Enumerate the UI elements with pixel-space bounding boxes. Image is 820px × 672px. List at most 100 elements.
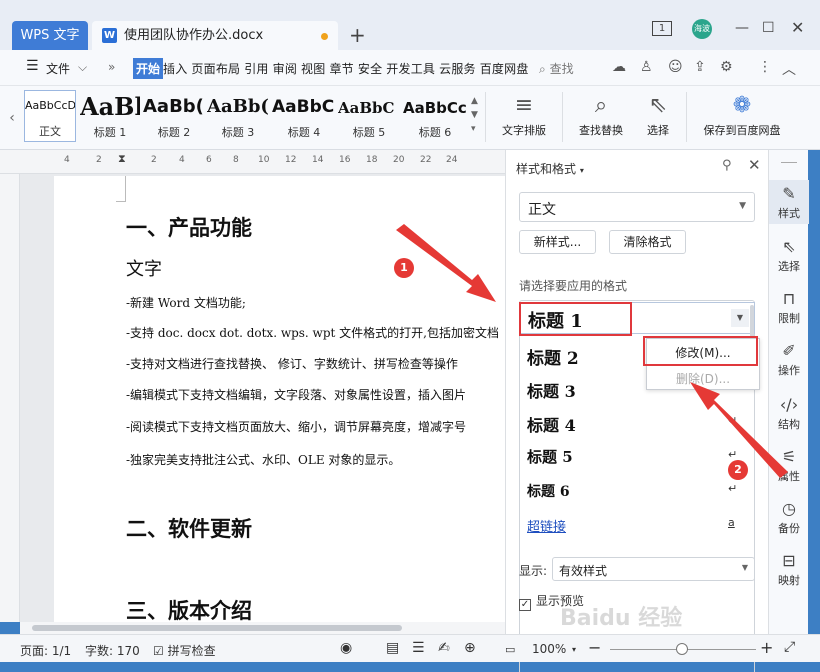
style-heading2[interactable]: AaBb( 标题 2 — [143, 90, 205, 142]
doc-heading-update[interactable]: 二、软件更新 — [126, 513, 252, 543]
doc-heading-version[interactable]: 三、版本介绍 — [126, 595, 252, 622]
display-select[interactable]: 有效样式 ▼ — [552, 557, 755, 581]
edit-icon: ✐ — [782, 341, 796, 360]
style-list-item-heading3[interactable]: 标题 3 — [527, 378, 576, 402]
clear-format-button[interactable]: 清除格式 — [609, 230, 686, 254]
menu-search[interactable]: ⌕ 查找 — [539, 60, 574, 77]
zoom-in-icon[interactable]: + — [760, 638, 773, 657]
panel-title[interactable]: 样式和格式 ▾ — [516, 160, 584, 177]
style-list-item-heading2[interactable]: 标题 2 — [527, 344, 579, 369]
style-list-item-heading4[interactable]: 标题 4 — [527, 412, 576, 436]
outline-view-icon[interactable]: ☰ — [412, 640, 425, 656]
collapse-ribbon-icon[interactable]: ︿ — [782, 59, 796, 79]
horizontal-scrollbar[interactable] — [20, 622, 505, 634]
find-replace-tool[interactable]: ⌕ 查找替换 — [572, 86, 630, 150]
delete-menu-item[interactable]: 删除(D)... — [647, 370, 759, 387]
chevron-down-icon[interactable]: ⌵ — [78, 60, 87, 75]
doc-heading-product[interactable]: 一、产品功能 — [126, 212, 252, 242]
sidebar-item-properties[interactable]: ⚟ 属性 — [769, 448, 809, 484]
cursor-icon: ⇖ — [782, 237, 796, 256]
doc-line-4[interactable]: -编辑模式下支持文档编辑，文字段落、对象属性设置，插入图片 — [126, 386, 466, 403]
sidebar-item-operate[interactable]: ✐ 操作 — [769, 342, 809, 378]
new-tab-button[interactable]: + — [349, 24, 366, 46]
share-icon[interactable]: ⇪ — [694, 59, 706, 75]
zoom-level[interactable]: 100% — [532, 642, 566, 656]
scrollbar-thumb[interactable] — [32, 625, 402, 631]
horizontal-ruler: 4 2 ⧗ 2 4 6 8 10 12 14 16 18 20 22 24 — [0, 150, 505, 174]
document-canvas[interactable]: 一、产品功能 文字 -新建 Word 文档功能; -支持 doc. docx d… — [20, 174, 505, 622]
web-view-icon[interactable]: ⊕ — [464, 640, 476, 656]
style-normal[interactable]: AaBbCcDd 正文 — [24, 90, 76, 142]
new-style-button[interactable]: 新样式... — [519, 230, 596, 254]
ruler-number: 6 — [206, 155, 212, 165]
doc-line-5[interactable]: -阅读模式下支持文档页面放大、缩小，调节屏幕亮度，增减字号 — [126, 418, 466, 435]
zoom-slider-handle[interactable] — [676, 643, 688, 655]
wps-home-tab[interactable]: WPS 文字 — [12, 21, 88, 50]
style-heading6[interactable]: AaBbCc 标题 6 — [403, 90, 467, 142]
page-view-icon[interactable]: ▤ — [386, 640, 399, 656]
menu-bar: ☰ 文件 ⌵ » 开始 插入 页面布局 引用 审阅 视图 章节 安全 开发工具 … — [0, 50, 820, 86]
current-style-select[interactable]: 正文 ▼ — [519, 192, 755, 222]
doc-line-6[interactable]: -独家完美支持批注公式、水印、OLE 对象的显示。 — [126, 451, 400, 468]
style-heading5[interactable]: AaBbC 标题 5 — [338, 90, 400, 142]
hamburger-icon[interactable]: ☰ — [26, 58, 39, 74]
minimize-icon[interactable]: — — [735, 20, 749, 36]
window-count-badge[interactable]: 1 — [652, 21, 672, 36]
save-baidu-tool[interactable]: ❁ 保存到百度网盘 — [694, 86, 790, 150]
doc-line-3[interactable]: -支持对文档进行查找替换、 修订、字数统计、拼写检查等操作 — [126, 355, 458, 372]
page-count[interactable]: 页面: 1/1 — [20, 642, 71, 659]
doc-subheading-text[interactable]: 文字 — [126, 255, 162, 281]
settings-icon[interactable]: ⚙ — [720, 59, 733, 75]
indent-marker-icon[interactable]: ⧗ — [118, 152, 126, 166]
collab-icon[interactable]: ♙ — [640, 59, 653, 75]
more-icon[interactable]: ⋮ — [758, 59, 772, 75]
more-arrows-icon[interactable]: » — [108, 60, 115, 74]
style-heading2-label: 标题 2 — [157, 126, 191, 139]
sidebar-item-structure[interactable]: ‹/› 结构 — [769, 396, 809, 432]
style-heading4[interactable]: AaBbC 标题 4 — [272, 90, 336, 142]
checkbox-icon: ✓ — [519, 599, 531, 611]
comment-icon[interactable]: ☺ — [668, 59, 683, 75]
select-tool[interactable]: ⇖ 选择 — [638, 86, 678, 150]
document-page[interactable]: 一、产品功能 文字 -新建 Word 文档功能; -支持 doc. docx d… — [54, 176, 505, 622]
close-icon[interactable]: ✕ — [748, 156, 761, 174]
chevron-down-icon: ▼ — [739, 201, 746, 211]
word-count[interactable]: 字数: 170 — [85, 642, 140, 659]
style-heading3[interactable]: AaBb( 标题 3 — [207, 90, 269, 142]
style-list-item-hyperlink[interactable]: 超链接 — [527, 516, 566, 535]
menu-start[interactable]: 开始 — [133, 58, 164, 79]
chevron-down-icon[interactable]: ▾ — [572, 645, 576, 654]
maximize-icon[interactable]: ☐ — [762, 20, 775, 36]
style-gallery-scroll-icon[interactable]: ▲ ▼ ▾ — [471, 94, 478, 136]
doc-line-1[interactable]: -新建 Word 文档功能; — [126, 294, 246, 311]
sidebar-item-label: 备份 — [778, 522, 800, 535]
style-heading1[interactable]: AaBl 标题 1 — [80, 90, 140, 142]
sidebar-item-backup[interactable]: ◷ 备份 — [769, 500, 809, 536]
spell-check[interactable]: ☑ 拼写检查 — [153, 642, 216, 659]
sidebar-item-mapping[interactable]: ⊟ 映射 — [769, 552, 809, 588]
chevron-down-icon[interactable]: ▼ — [731, 309, 749, 327]
style-list-item-heading5[interactable]: 标题 5 — [527, 446, 573, 467]
eye-icon[interactable]: ◉ — [340, 640, 352, 656]
write-view-icon[interactable]: ✍ — [438, 640, 450, 656]
style-list-item-heading6[interactable]: 标题 6 — [527, 481, 570, 501]
file-menu[interactable]: 文件 — [46, 60, 70, 77]
ribbon-scroll-left-icon[interactable]: ‹ — [0, 86, 24, 150]
zoom-out-icon[interactable]: − — [588, 638, 601, 657]
user-avatar[interactable]: 海波 — [692, 19, 712, 39]
fullscreen-icon[interactable]: ⤢ — [784, 639, 795, 655]
document-tab[interactable]: W 使用团队协作办公.docx — [92, 21, 338, 50]
doc-line-2[interactable]: -支持 doc. docx dot. dotx. wps. wpt 文件格式的打… — [126, 324, 499, 341]
sidebar-item-style[interactable]: ✎ 样式 — [769, 180, 809, 224]
focus-icon[interactable]: ▭ — [505, 643, 515, 656]
sidebar-item-select[interactable]: ⇖ 选择 — [769, 238, 809, 274]
cloud-icon[interactable]: ☁ — [612, 59, 626, 75]
menu-tabs[interactable]: 插入 页面布局 引用 审阅 视图 章节 安全 开发工具 云服务 百度网盘 — [163, 60, 529, 77]
close-icon[interactable]: ✕ — [791, 18, 804, 37]
current-style-value: 正文 — [528, 202, 556, 218]
sidebar-item-restrict[interactable]: ⊓ 限制 — [769, 290, 809, 326]
text-layout-tool[interactable]: ≡ 文字排版 — [494, 86, 554, 150]
pin-icon[interactable]: ⚲ — [722, 158, 732, 173]
right-sidebar: ✎ 样式 ⇖ 选择 ⊓ 限制 ✐ 操作 ‹/› 结构 ⚟ 属性 ◷ 备份 ⊟ 映射 — [768, 150, 809, 634]
ruler-number: 22 — [420, 155, 432, 165]
